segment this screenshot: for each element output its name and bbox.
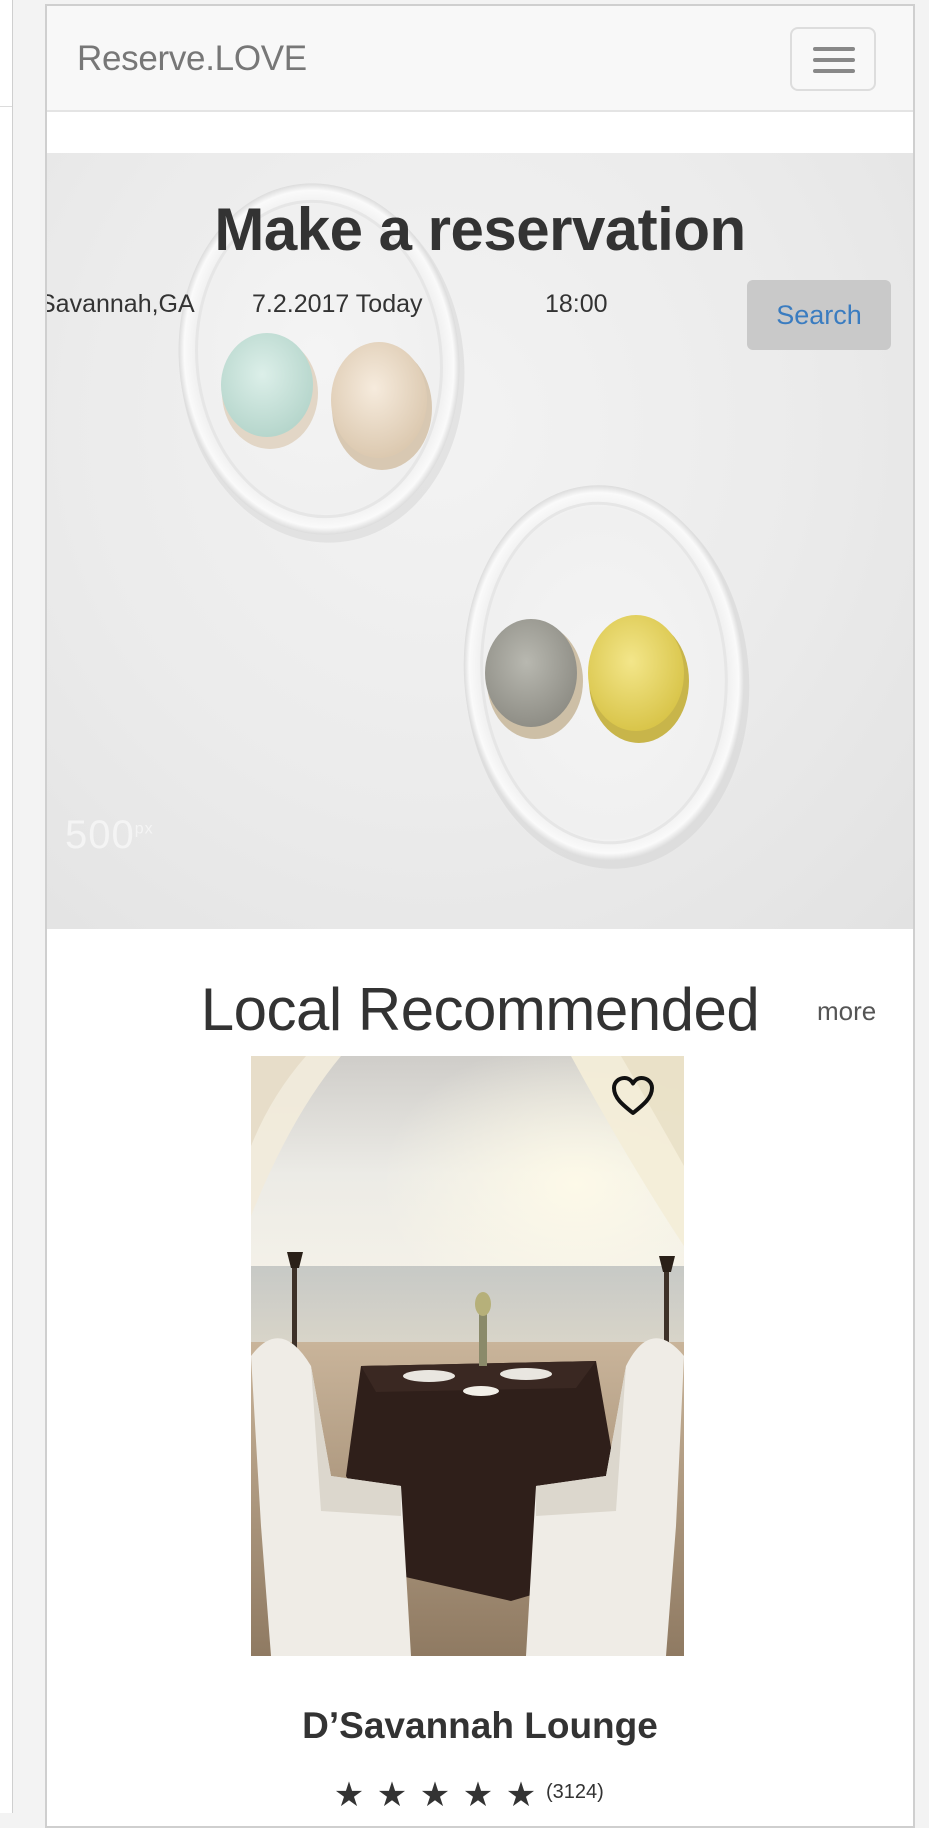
macarons-photo	[178, 183, 750, 869]
date-input[interactable]	[252, 290, 482, 319]
star-icon: ★	[505, 1775, 537, 1815]
location-input[interactable]	[47, 290, 209, 319]
hamburger-menu-icon	[813, 58, 855, 62]
hamburger-menu-icon	[813, 69, 855, 73]
navbar: Reserve.LOVE	[47, 6, 913, 112]
review-count: (3124)	[546, 1780, 604, 1803]
star-icon: ★	[419, 1775, 451, 1815]
photo-watermark: 500px	[65, 813, 154, 858]
time-input[interactable]	[545, 290, 665, 319]
background-divider	[0, 106, 12, 107]
restaurant-name[interactable]: D’Savannah Lounge	[47, 1705, 913, 1747]
watermark-text: 500	[65, 813, 135, 857]
star-icon: ★	[376, 1775, 408, 1815]
more-link[interactable]: more	[817, 996, 876, 1027]
section-title: Local Recommended	[200, 976, 760, 1043]
heart-outline-icon[interactable]	[609, 1072, 657, 1120]
star-icon: ★	[462, 1775, 494, 1815]
hero-banner: Make a reservation Search 500px	[47, 153, 913, 929]
search-button[interactable]: Search	[747, 280, 891, 350]
star-icon: ★	[333, 1775, 365, 1815]
brand-link[interactable]: Reserve.LOVE	[77, 39, 307, 79]
hero-title: Make a reservation	[214, 196, 746, 263]
mobile-viewport: Reserve.LOVE Make a reservation Savannah…	[45, 4, 915, 1828]
background-window-edge	[0, 0, 13, 1813]
beach-dining-photo	[251, 1056, 684, 1656]
watermark-sup: px	[134, 820, 154, 838]
hamburger-menu-icon	[813, 47, 855, 51]
hamburger-menu-button[interactable]	[790, 27, 876, 91]
restaurant-photo[interactable]	[251, 1056, 684, 1656]
star-rating: ★ ★ ★ ★ ★ (3124)	[329, 1777, 604, 1813]
